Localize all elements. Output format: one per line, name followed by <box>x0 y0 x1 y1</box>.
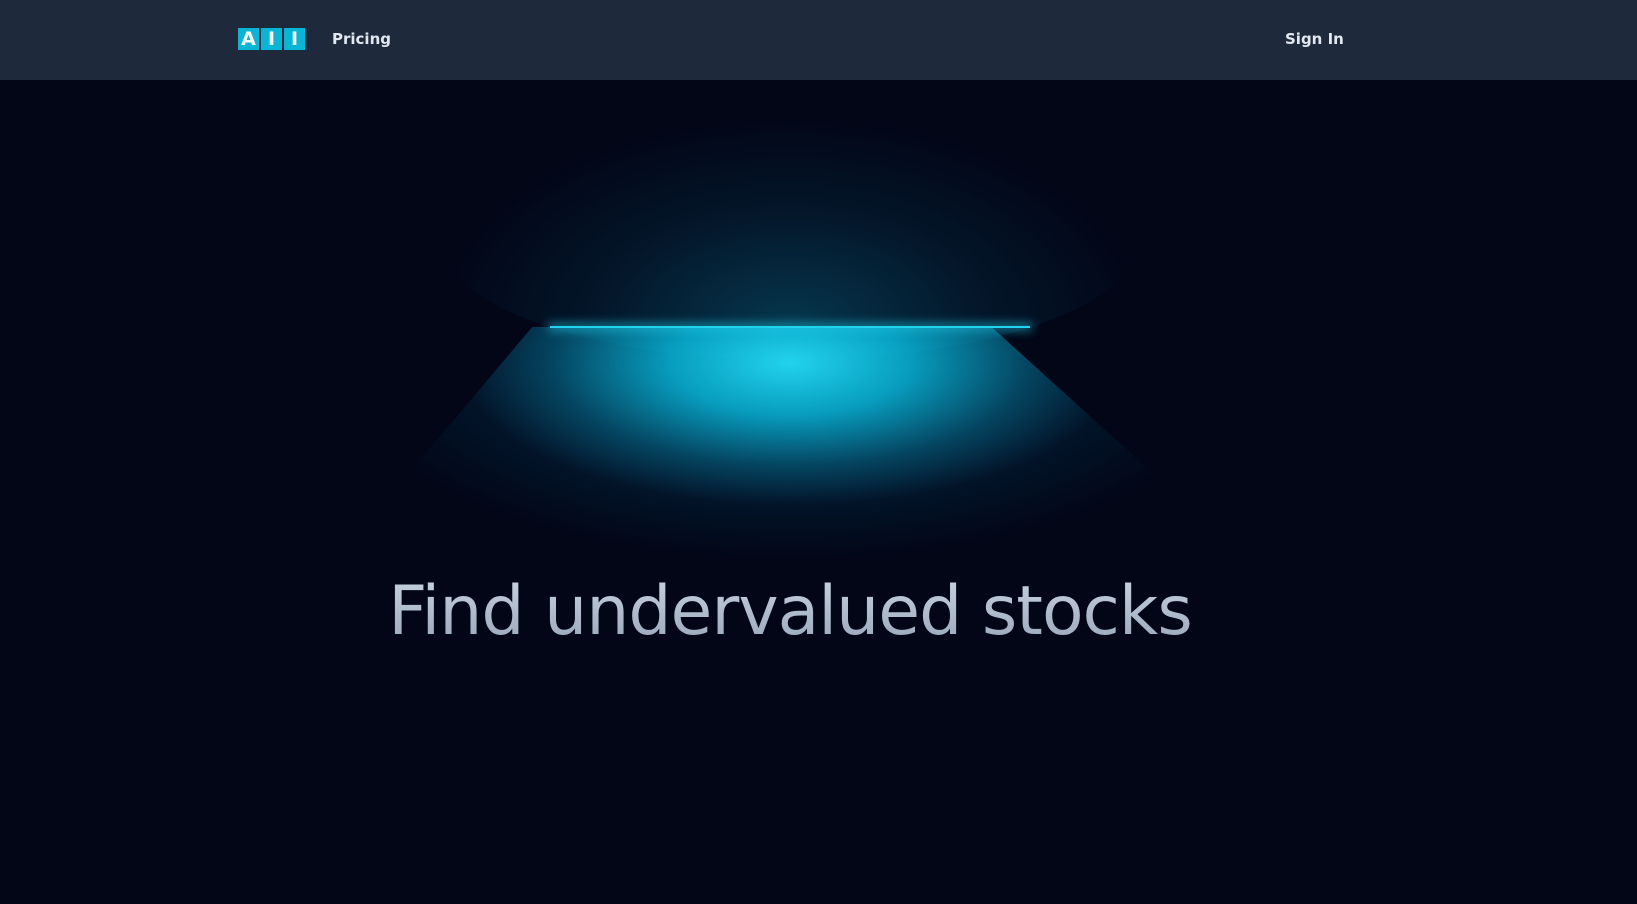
hero-glow <box>440 120 1140 360</box>
logo-letter: A <box>238 28 259 50</box>
hero-light-bar <box>550 326 1030 328</box>
sign-in-link[interactable]: Sign In <box>1285 29 1344 49</box>
logo-letter: I <box>284 28 305 50</box>
logo[interactable]: A I I <box>238 28 305 50</box>
hero-section: Find undervalued stocks <box>0 80 1637 904</box>
logo-letter: I <box>261 28 282 50</box>
nav-link-pricing[interactable]: Pricing <box>332 29 391 49</box>
top-navbar: A I I Pricing Sign In <box>0 0 1637 80</box>
hero-title: Find undervalued stocks <box>0 572 1580 652</box>
